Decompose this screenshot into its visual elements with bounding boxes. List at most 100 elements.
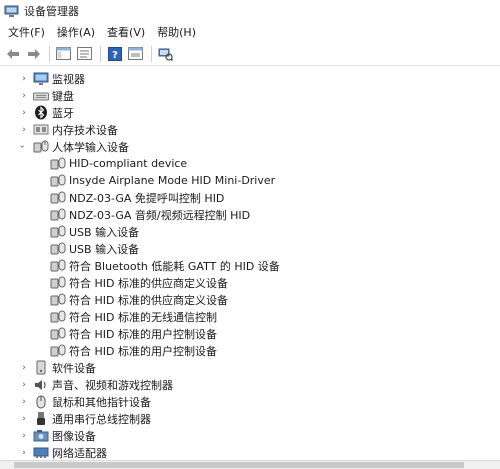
tree-node-sound-video-game[interactable]: › 声音、视频和游戏控制器 bbox=[0, 376, 500, 393]
tree-node-label: 软件设备 bbox=[52, 361, 96, 375]
device-label: 符合 HID 标准的供应商定义设备 bbox=[69, 276, 228, 290]
device-item[interactable]: USB 输入设备 bbox=[0, 240, 500, 257]
tree-node-label: 网络适配器 bbox=[52, 446, 107, 460]
expand-arrow-icon[interactable]: › bbox=[19, 393, 29, 410]
hid-device-icon bbox=[50, 343, 66, 358]
software-device-icon bbox=[33, 360, 49, 375]
scrollbar-thumb[interactable] bbox=[14, 462, 464, 468]
toolbar: ? bbox=[0, 42, 500, 66]
tree-node-label: 内存技术设备 bbox=[52, 123, 118, 137]
device-item[interactable]: Insyde Airplane Mode HID Mini-Driver bbox=[0, 172, 500, 189]
device-label: USB 输入设备 bbox=[69, 225, 140, 239]
expand-arrow-icon[interactable]: › bbox=[19, 410, 29, 427]
horizontal-scrollbar[interactable] bbox=[0, 460, 500, 469]
expand-arrow-icon[interactable]: › bbox=[19, 104, 29, 121]
tree-node-label: 通用串行总线控制器 bbox=[52, 412, 151, 426]
tree-node-label: 图像设备 bbox=[52, 429, 96, 443]
network-adapter-icon bbox=[33, 445, 49, 460]
hid-device-icon bbox=[50, 258, 66, 273]
scan-hardware-button[interactable] bbox=[156, 44, 175, 63]
device-label: USB 输入设备 bbox=[69, 242, 140, 256]
properties-button[interactable] bbox=[75, 44, 94, 63]
menu-help[interactable]: 帮助(H) bbox=[151, 24, 202, 40]
tree-node-software-devices[interactable]: › 软件设备 bbox=[0, 359, 500, 376]
device-item[interactable]: 符合 Bluetooth 低能耗 GATT 的 HID 设备 bbox=[0, 257, 500, 274]
hid-device-icon bbox=[50, 309, 66, 324]
bluetooth-icon bbox=[33, 105, 49, 120]
hid-device-icon bbox=[50, 190, 66, 205]
hid-icon bbox=[33, 139, 49, 154]
properties-icon bbox=[77, 47, 92, 60]
svg-text:?: ? bbox=[112, 50, 118, 61]
expand-arrow-icon[interactable]: › bbox=[19, 359, 29, 376]
device-item[interactable]: NDZ-03-GA 免提呼叫控制 HID bbox=[0, 189, 500, 206]
tree-node-mice[interactable]: › 鼠标和其他指针设备 bbox=[0, 393, 500, 410]
tree-node-label: 键盘 bbox=[52, 89, 74, 103]
back-icon bbox=[6, 48, 19, 59]
device-item[interactable]: 符合 HID 标准的无线通信控制 bbox=[0, 308, 500, 325]
forward-icon bbox=[27, 48, 40, 59]
view-icon bbox=[128, 47, 143, 60]
tree-node-label: 鼠标和其他指针设备 bbox=[52, 395, 151, 409]
expand-arrow-icon[interactable]: › bbox=[19, 121, 29, 138]
show-hide-tree-icon bbox=[56, 47, 71, 60]
hid-device-icon bbox=[50, 156, 66, 171]
expand-arrow-icon[interactable]: › bbox=[19, 87, 29, 104]
tree-node-label: 蓝牙 bbox=[52, 106, 74, 120]
tree-node-bluetooth[interactable]: › 蓝牙 bbox=[0, 104, 500, 121]
device-item[interactable]: 符合 HID 标准的用户控制设备 bbox=[0, 325, 500, 342]
hid-device-icon bbox=[50, 326, 66, 341]
toolbar-separator bbox=[49, 45, 50, 62]
device-label: NDZ-03-GA 音频/视频远程控制 HID bbox=[69, 208, 251, 222]
tree-node-imaging-devices[interactable]: › 图像设备 bbox=[0, 427, 500, 444]
toolbar-separator bbox=[151, 45, 152, 62]
view-button[interactable] bbox=[126, 44, 145, 63]
expand-arrow-icon[interactable]: › bbox=[19, 376, 29, 393]
help-button[interactable]: ? bbox=[105, 44, 124, 63]
device-manager-icon bbox=[4, 5, 19, 17]
menu-view[interactable]: 查看(V) bbox=[101, 24, 151, 40]
tree-node-network-adapters[interactable]: › 网络适配器 bbox=[0, 444, 500, 460]
tree-node-label: 人体学输入设备 bbox=[52, 140, 129, 154]
menu-action[interactable]: 操作(A) bbox=[51, 24, 101, 40]
device-item[interactable]: USB 输入设备 bbox=[0, 223, 500, 240]
toolbar-separator bbox=[100, 45, 101, 62]
expand-arrow-icon[interactable]: › bbox=[19, 427, 29, 444]
collapse-arrow-icon[interactable]: › bbox=[14, 142, 31, 152]
back-button[interactable] bbox=[3, 44, 22, 63]
usb-icon bbox=[33, 411, 49, 426]
keyboard-icon bbox=[33, 88, 49, 103]
device-item[interactable]: HID-compliant device bbox=[0, 155, 500, 172]
forward-button[interactable] bbox=[24, 44, 43, 63]
speaker-icon bbox=[33, 377, 49, 392]
device-item[interactable]: 符合 HID 标准的供应商定义设备 bbox=[0, 291, 500, 308]
tree-node-memory-technology[interactable]: › 内存技术设备 bbox=[0, 121, 500, 138]
expand-arrow-icon[interactable]: › bbox=[19, 444, 29, 460]
show-hide-tree-button[interactable] bbox=[54, 44, 73, 63]
hid-device-icon bbox=[50, 292, 66, 307]
device-label: 符合 HID 标准的用户控制设备 bbox=[69, 344, 217, 358]
device-label: NDZ-03-GA 免提呼叫控制 HID bbox=[69, 191, 225, 205]
hid-device-icon bbox=[50, 173, 66, 188]
tree-node-label: 监视器 bbox=[52, 72, 85, 86]
device-item[interactable]: NDZ-03-GA 音频/视频远程控制 HID bbox=[0, 206, 500, 223]
memory-icon bbox=[33, 122, 49, 137]
expand-arrow-icon[interactable]: › bbox=[19, 70, 29, 87]
mouse-icon bbox=[33, 394, 49, 409]
help-icon: ? bbox=[107, 46, 122, 61]
device-item[interactable]: 符合 HID 标准的用户控制设备 bbox=[0, 342, 500, 359]
device-label: 符合 HID 标准的供应商定义设备 bbox=[69, 293, 228, 307]
tree-node-usb-controllers[interactable]: › 通用串行总线控制器 bbox=[0, 410, 500, 427]
device-tree: › 监视器 › 键盘 › 蓝牙 › 内存技术设备 › 人体学输入设备 HID-c… bbox=[0, 68, 500, 460]
title-bar: 设备管理器 bbox=[0, 0, 500, 22]
tree-node-monitors[interactable]: › 监视器 bbox=[0, 70, 500, 87]
device-label: Insyde Airplane Mode HID Mini-Driver bbox=[69, 174, 276, 187]
hid-device-icon bbox=[50, 241, 66, 256]
menu-file[interactable]: 文件(F) bbox=[2, 24, 51, 40]
device-label: 符合 HID 标准的无线通信控制 bbox=[69, 310, 217, 324]
scan-hardware-icon bbox=[158, 48, 173, 61]
tree-node-human-interface-devices[interactable]: › 人体学输入设备 bbox=[0, 138, 500, 155]
device-item[interactable]: 符合 HID 标准的供应商定义设备 bbox=[0, 274, 500, 291]
hid-device-icon bbox=[50, 224, 66, 239]
tree-node-keyboards[interactable]: › 键盘 bbox=[0, 87, 500, 104]
